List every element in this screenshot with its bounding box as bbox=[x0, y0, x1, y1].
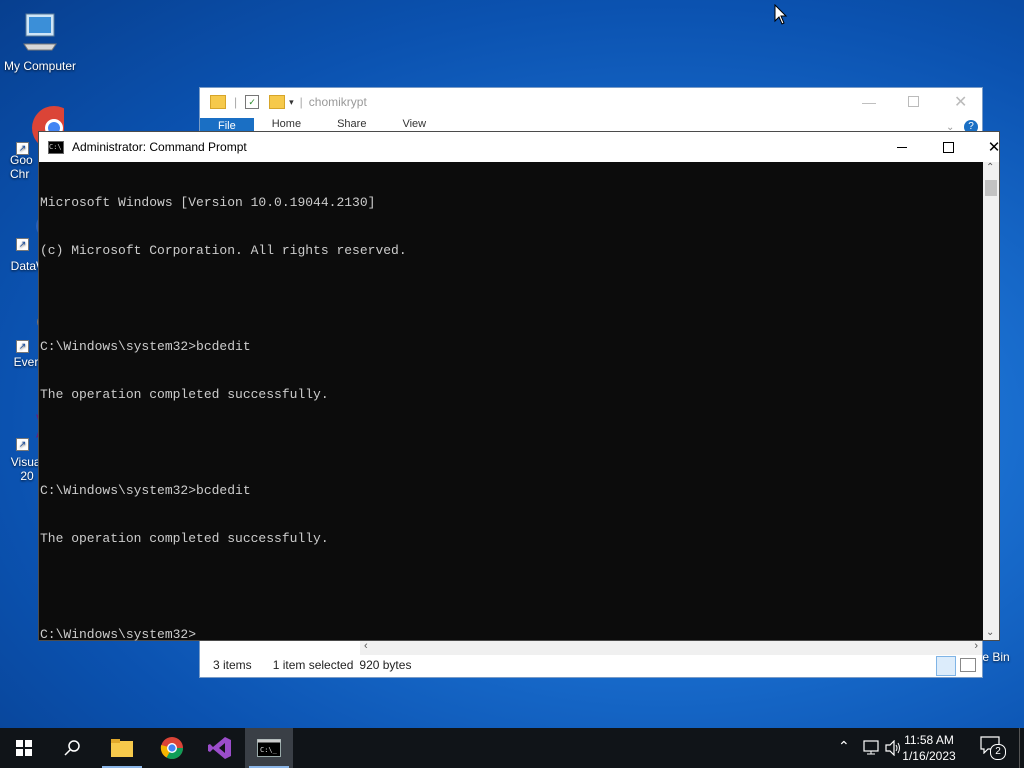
close-button[interactable]: ✕ bbox=[954, 92, 967, 112]
tab-file[interactable]: File bbox=[200, 118, 254, 132]
console-output[interactable]: Microsoft Windows [Version 10.0.19044.21… bbox=[39, 162, 983, 642]
taskbar-visual-studio[interactable] bbox=[196, 728, 244, 768]
maximize-icon bbox=[942, 141, 954, 153]
new-folder-icon[interactable] bbox=[269, 95, 286, 109]
separator: | bbox=[299, 95, 303, 109]
shortcut-arrow-icon: ↗ bbox=[16, 142, 29, 155]
console-line: (c) Microsoft Corporation. All rights re… bbox=[40, 243, 407, 258]
scroll-up-arrow-icon[interactable]: ⌃ bbox=[986, 162, 994, 173]
clock[interactable]: 11:58 AM 1/16/2023 bbox=[896, 732, 962, 764]
visual-studio-icon bbox=[208, 737, 231, 759]
shortcut-arrow-icon: ↗ bbox=[16, 340, 29, 353]
console-line: C:\Windows\system32>bcdedit bbox=[40, 339, 251, 354]
search-button[interactable] bbox=[48, 728, 96, 768]
console-line: Microsoft Windows [Version 10.0.19044.21… bbox=[40, 195, 376, 210]
cmd-titlebar[interactable]: C:\ Administrator: Command Prompt ✕ bbox=[39, 132, 1000, 162]
cmd-icon: C:\_ bbox=[257, 739, 281, 757]
cmd-app-icon: C:\ bbox=[48, 140, 64, 154]
maximize-button[interactable] bbox=[908, 96, 919, 107]
chrome-icon bbox=[160, 737, 183, 759]
minimize-icon bbox=[897, 146, 907, 148]
start-button[interactable] bbox=[0, 728, 48, 768]
quick-access-dropdown-icon[interactable]: ▾ bbox=[289, 97, 294, 108]
taskbar-chrome[interactable] bbox=[148, 728, 196, 768]
notification-badge: 2 bbox=[990, 744, 1006, 760]
explorer-ribbon: File Home Share View bbox=[200, 118, 982, 132]
console-line: ​ bbox=[40, 291, 983, 307]
cmd-title: Administrator: Command Prompt bbox=[72, 140, 247, 154]
console-line: The operation completed successfully. bbox=[40, 531, 329, 546]
shortcut-arrow-icon: ↗ bbox=[16, 238, 29, 251]
minimize-button[interactable] bbox=[879, 132, 925, 162]
action-center-button[interactable]: 2 bbox=[980, 736, 1006, 760]
desktop-icon-my-computer[interactable]: My Computer bbox=[0, 10, 80, 73]
clock-date: 1/16/2023 bbox=[902, 749, 956, 763]
show-hidden-icons-chevron-icon[interactable]: ⌃ bbox=[838, 738, 850, 755]
mouse-cursor-icon bbox=[774, 4, 788, 25]
tab-share[interactable]: Share bbox=[319, 118, 384, 132]
console-line: The operation completed successfully. bbox=[40, 387, 329, 402]
separator: | bbox=[234, 95, 238, 109]
shortcut-arrow-icon: ↗ bbox=[16, 438, 29, 451]
clock-time: 11:58 AM bbox=[904, 733, 954, 747]
taskbar: C:\_ ⌃ 11:58 AM 1/16/2023 2 bbox=[0, 728, 1024, 768]
folder-icon bbox=[111, 739, 133, 757]
minimize-button[interactable]: — bbox=[862, 94, 876, 110]
search-icon bbox=[64, 740, 80, 756]
show-desktop-button[interactable] bbox=[1019, 728, 1024, 768]
network-icon[interactable] bbox=[862, 740, 880, 756]
windows-logo-icon bbox=[16, 740, 32, 756]
console-prompt-line: C:\Windows\system32> bbox=[40, 627, 197, 642]
command-prompt-window[interactable]: C:\ Administrator: Command Prompt ✕ Micr… bbox=[38, 131, 1000, 642]
close-icon: ✕ bbox=[987, 139, 1001, 156]
desktop-icon-label: My Computer bbox=[3, 59, 77, 73]
close-button[interactable]: ✕ bbox=[971, 132, 1017, 162]
computer-icon bbox=[23, 13, 57, 51]
explorer-title: chomikrypt bbox=[308, 95, 367, 109]
taskbar-command-prompt[interactable]: C:\_ bbox=[245, 728, 293, 768]
tab-home[interactable]: Home bbox=[254, 118, 319, 132]
properties-icon[interactable]: ✓ bbox=[245, 95, 260, 109]
explorer-titlebar[interactable]: | ✓ ▾ | chomikrypt — ✕ bbox=[200, 88, 982, 116]
console-line: C:\Windows\system32>bcdedit bbox=[40, 483, 251, 498]
svg-text:C:\_: C:\_ bbox=[260, 746, 278, 754]
vertical-scrollbar[interactable]: ⌃ ⌄ bbox=[983, 162, 999, 640]
tab-view[interactable]: View bbox=[384, 118, 444, 132]
maximize-button[interactable] bbox=[925, 132, 971, 162]
console-line: ​ bbox=[40, 579, 983, 595]
taskbar-file-explorer[interactable] bbox=[98, 728, 146, 768]
scrollbar-thumb[interactable] bbox=[985, 180, 997, 196]
scroll-down-arrow-icon[interactable]: ⌄ bbox=[986, 627, 994, 638]
folder-icon bbox=[210, 95, 226, 109]
console-line: ​ bbox=[40, 435, 983, 451]
